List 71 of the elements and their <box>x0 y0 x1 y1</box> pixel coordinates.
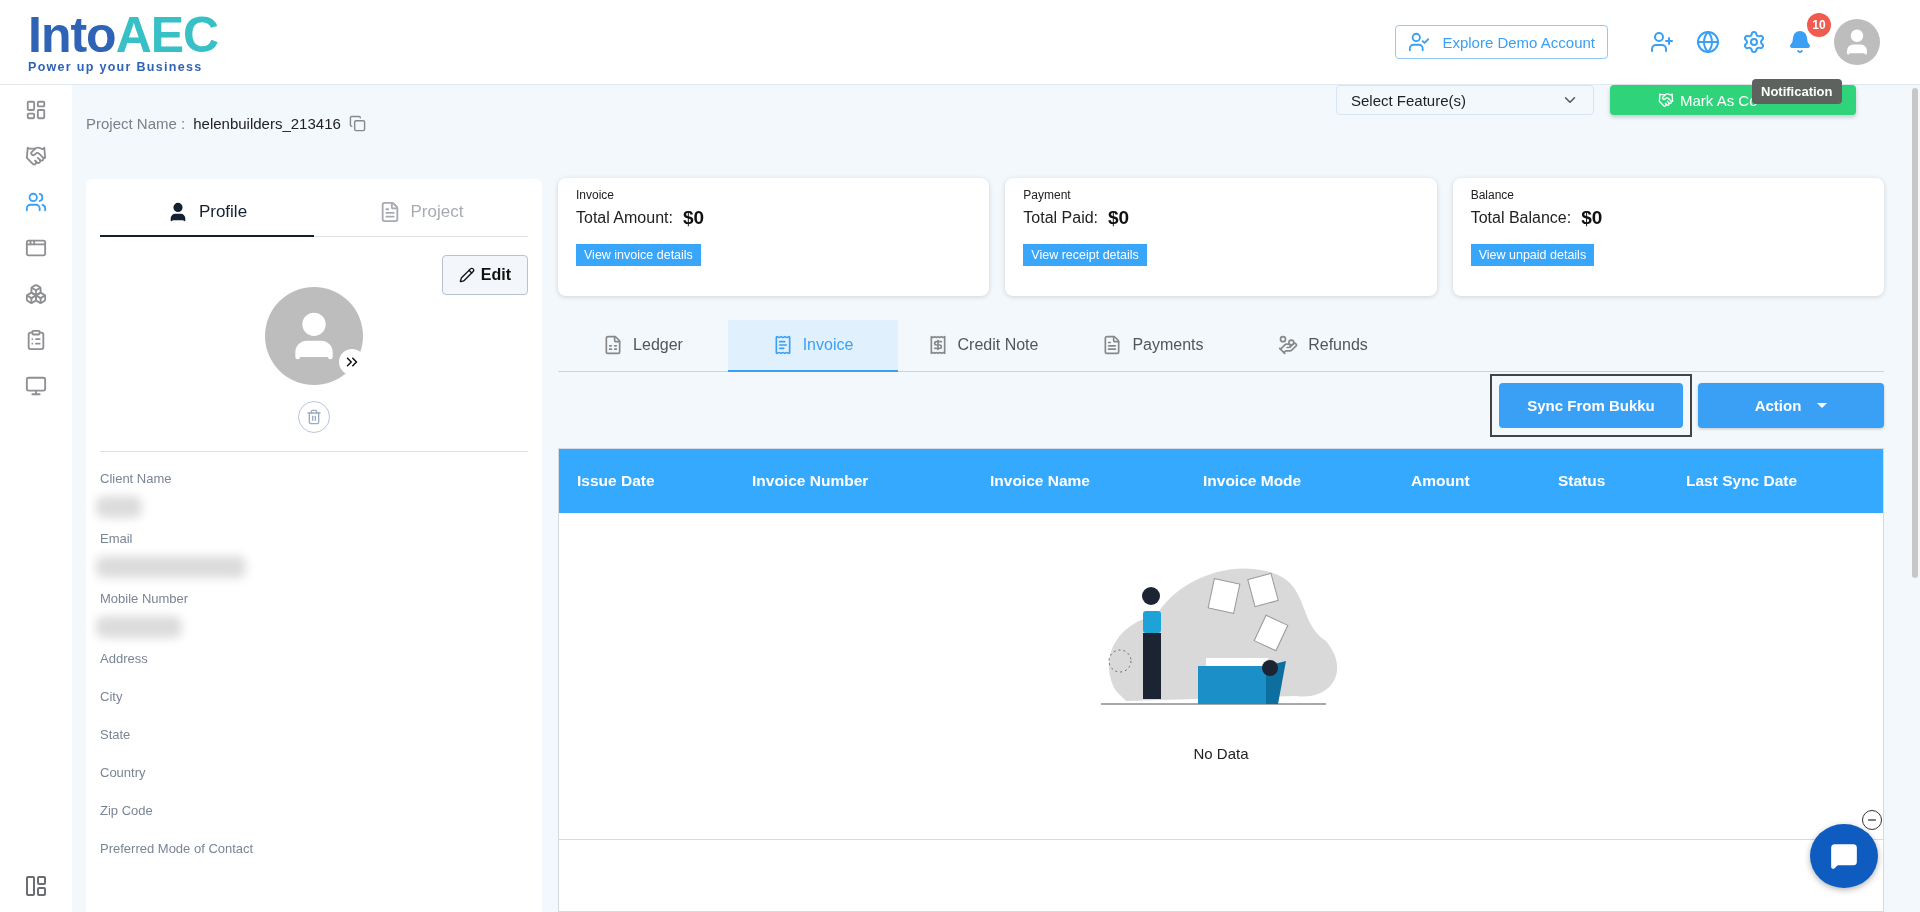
card-title: Balance <box>1470 188 1516 202</box>
feature-select[interactable]: Select Feature(s) <box>1336 85 1594 115</box>
ledger-tab[interactable]: Credit Note <box>898 320 1068 372</box>
details-link[interactable]: View receipt details <box>1023 244 1147 266</box>
avatar[interactable] <box>1834 19 1880 65</box>
column-header: Invoice Name <box>990 472 1091 490</box>
caret-icon <box>1817 403 1828 408</box>
field-label: Country <box>100 766 147 782</box>
explore-demo-button[interactable]: Explore Demo Account <box>1395 25 1608 59</box>
layout-icon[interactable] <box>24 874 48 898</box>
field-label: Mobile Number <box>100 592 190 608</box>
list-icon[interactable] <box>25 329 47 351</box>
bell-icon[interactable] <box>1788 30 1812 54</box>
notification-count: 10 <box>1807 13 1831 37</box>
handshake-icon <box>1658 92 1674 108</box>
field-label: City <box>100 690 124 706</box>
card-label: Total Amount: <box>576 209 673 227</box>
column-header: Status <box>1558 472 1607 490</box>
field-label: Zip Code <box>100 804 154 820</box>
ledger-tab[interactable]: Ledger <box>558 320 728 372</box>
edit-button[interactable]: Edit <box>441 255 528 295</box>
project-name: helenbuilders_213416 <box>193 115 341 132</box>
field-label: Client Name <box>100 472 173 488</box>
field-label: State <box>100 728 132 744</box>
chat-icon <box>1830 842 1858 870</box>
monitor-icon[interactable] <box>25 375 47 397</box>
field-label: Preferred Mode of Contact <box>100 842 255 858</box>
globe-icon[interactable] <box>1696 30 1720 54</box>
profile-tab[interactable]: Profile <box>100 189 314 237</box>
profile-tab[interactable]: Project <box>314 189 528 237</box>
users-icon[interactable] <box>25 191 47 213</box>
add-user-icon[interactable] <box>1650 30 1674 54</box>
coin-hand-icon <box>1278 335 1299 355</box>
column-header: Issue Date <box>577 472 656 490</box>
window-icon[interactable] <box>25 237 47 259</box>
sync-button[interactable]: Sync From Bukku <box>1499 383 1683 428</box>
column-header: Amount <box>1411 472 1471 490</box>
file-icon <box>1102 335 1123 355</box>
action-button[interactable]: Action <box>1698 383 1884 428</box>
field-label: Address <box>100 652 149 668</box>
notification-tooltip: Notification <box>1752 79 1842 104</box>
details-link[interactable]: View unpaid details <box>1470 244 1595 266</box>
card-value: $0 <box>1108 207 1130 229</box>
nodes-icon[interactable] <box>25 283 47 305</box>
scrollbar[interactable] <box>1912 88 1918 578</box>
pencil-icon <box>458 267 475 283</box>
project-name-label: Project Name : <box>86 115 186 132</box>
empty-message: No Data <box>1193 745 1249 762</box>
card-label: Total Balance: <box>1470 209 1572 227</box>
card-title: Payment <box>1023 188 1072 202</box>
ledger-tab[interactable]: Refunds <box>1238 320 1408 372</box>
card-value: $0 <box>682 207 705 229</box>
ledger-tab[interactable]: Payments <box>1068 320 1238 372</box>
card-label: Total Paid: <box>1023 209 1099 227</box>
logo[interactable]: IntoAEC Power up your Business <box>28 10 219 74</box>
field-label: Email <box>100 532 134 548</box>
card-title: Invoice <box>576 188 616 202</box>
column-header: Invoice Number <box>752 472 870 490</box>
card-value: $0 <box>1581 207 1603 229</box>
document-icon <box>772 335 793 355</box>
dashboard-icon[interactable] <box>25 99 47 121</box>
column-header: Invoice Mode <box>1203 472 1303 490</box>
column-header: Last Sync Date <box>1686 472 1799 490</box>
ledger-icon <box>603 335 624 355</box>
settings-icon[interactable] <box>1742 30 1766 54</box>
copy-icon[interactable] <box>348 115 366 132</box>
ledger-tab[interactable]: Invoice <box>728 320 898 372</box>
user-check-icon <box>1408 31 1431 53</box>
handshake-icon[interactable] <box>25 145 47 167</box>
details-link[interactable]: View invoice details <box>576 244 701 266</box>
delete-icon[interactable] <box>298 401 330 433</box>
